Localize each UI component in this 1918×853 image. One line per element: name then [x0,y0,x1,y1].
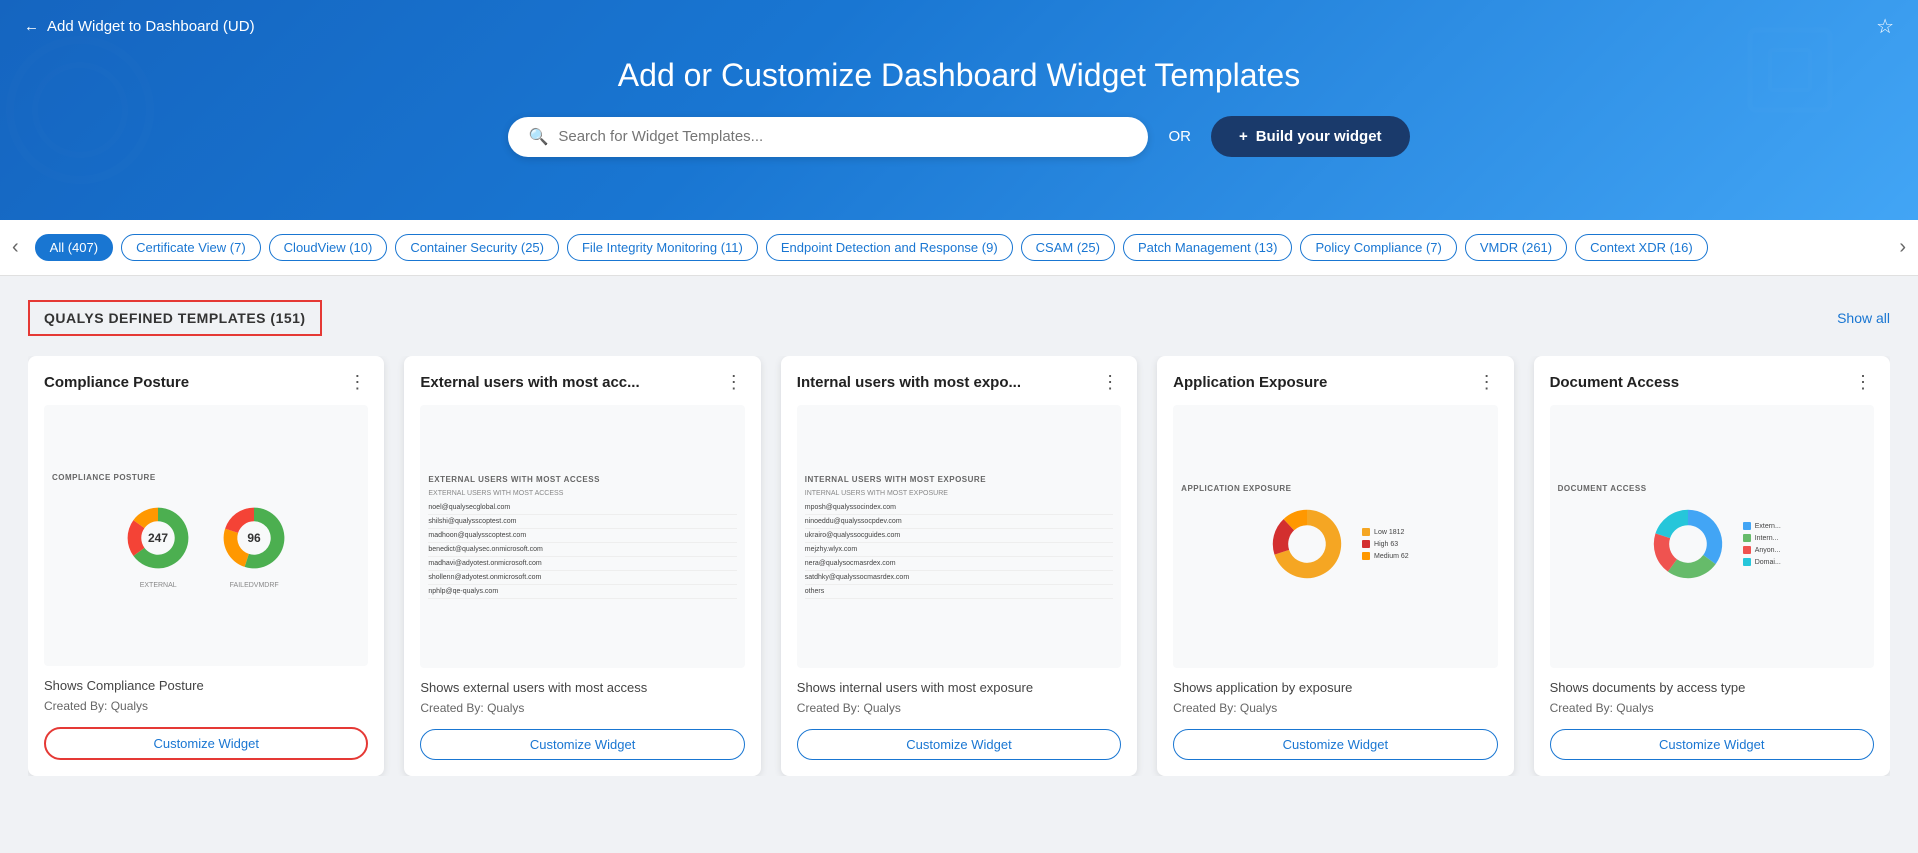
filter-tab-4[interactable]: File Integrity Monitoring (11) [567,234,758,261]
back-arrow-icon: ← [24,18,39,35]
customize-widget-button[interactable]: Customize Widget [797,729,1121,760]
card-preview: EXTERNAL USERS WITH MOST ACCESS EXTERNAL… [420,405,744,668]
search-input[interactable] [558,128,1128,145]
filter-tab-8[interactable]: Policy Compliance (7) [1300,234,1456,261]
customize-widget-button[interactable]: Customize Widget [420,729,744,760]
card-preview: APPLICATION EXPOSURE Low 1812High 63Medi… [1173,405,1497,668]
card-description: Shows application by exposure [1173,680,1497,695]
card-preview: COMPLIANCE POSTURE 247 EXTERNAL 96 FAILE… [44,405,368,666]
card-title: External users with most acc... [420,374,639,391]
widget-card-1: External users with most acc... ⋮ EXTERN… [404,356,760,776]
search-box: 🔍 [508,117,1148,157]
customize-widget-button[interactable]: Customize Widget [1550,729,1874,760]
card-preview: DOCUMENT ACCESS Extern...Intern...Anyon.… [1550,405,1874,668]
card-creator: Created By: Qualys [1173,701,1497,715]
card-menu-button[interactable]: ⋮ [725,372,745,393]
favorite-icon[interactable]: ☆ [1876,14,1894,39]
card-creator: Created By: Qualys [797,701,1121,715]
section-title: QUALYS DEFINED TEMPLATES (151) [28,300,322,336]
card-header: Compliance Posture ⋮ [44,372,368,393]
section-header: QUALYS DEFINED TEMPLATES (151) Show all [28,300,1890,336]
card-header: Application Exposure ⋮ [1173,372,1497,393]
page-title: Add or Customize Dashboard Widget Templa… [0,39,1918,116]
show-all-link[interactable]: Show all [1837,310,1890,326]
widget-card-3: Application Exposure ⋮ APPLICATION EXPOS… [1157,356,1513,776]
card-header: External users with most acc... ⋮ [420,372,744,393]
filter-next-button[interactable]: › [1887,236,1918,259]
card-menu-button[interactable]: ⋮ [1478,372,1498,393]
card-title: Compliance Posture [44,374,189,391]
card-creator: Created By: Qualys [420,701,744,715]
card-description: Shows external users with most access [420,680,744,695]
back-button-label: Add Widget to Dashboard (UD) [47,18,255,35]
plus-icon: + [1239,128,1248,145]
card-title: Document Access [1550,374,1680,391]
filter-tab-0[interactable]: All (407) [35,234,113,261]
card-title: Application Exposure [1173,374,1327,391]
card-menu-button[interactable]: ⋮ [1101,372,1121,393]
build-widget-button[interactable]: + Build your widget [1211,116,1410,157]
customize-widget-button[interactable]: Customize Widget [44,727,368,760]
search-icon: 🔍 [528,127,548,147]
card-title: Internal users with most expo... [797,374,1021,391]
customize-widget-button[interactable]: Customize Widget [1173,729,1497,760]
back-button[interactable]: ← Add Widget to Dashboard (UD) [24,18,255,35]
card-description: Shows internal users with most exposure [797,680,1121,695]
filter-tab-6[interactable]: CSAM (25) [1021,234,1115,261]
widget-card-2: Internal users with most expo... ⋮ INTER… [781,356,1137,776]
header-top-bar: ← Add Widget to Dashboard (UD) ☆ [0,0,1918,39]
filter-tab-9[interactable]: VMDR (261) [1465,234,1567,261]
card-preview: INTERNAL USERS WITH MOST EXPOSURE INTERN… [797,405,1121,668]
widget-card-4: Document Access ⋮ DOCUMENT ACCESS Extern… [1534,356,1890,776]
filter-tab-2[interactable]: CloudView (10) [269,234,388,261]
filter-tab-5[interactable]: Endpoint Detection and Response (9) [766,234,1013,261]
widget-card-0: Compliance Posture ⋮ COMPLIANCE POSTURE … [28,356,384,776]
card-menu-button[interactable]: ⋮ [1854,372,1874,393]
main-content: QUALYS DEFINED TEMPLATES (151) Show all … [0,276,1918,800]
card-creator: Created By: Qualys [44,699,368,713]
card-menu-button[interactable]: ⋮ [348,372,368,393]
filter-tabs-container: All (407) Certificate View (7) CloudView (… [31,234,1888,261]
filter-prev-button[interactable]: ‹ [0,236,31,259]
card-header: Internal users with most expo... ⋮ [797,372,1121,393]
card-description: Shows documents by access type [1550,680,1874,695]
filter-tab-1[interactable]: Certificate View (7) [121,234,261,261]
filter-bar: ‹ All (407) Certificate View (7) CloudView… [0,220,1918,276]
filter-tab-10[interactable]: Context XDR (16) [1575,234,1708,261]
cards-row: Compliance Posture ⋮ COMPLIANCE POSTURE … [28,356,1890,776]
card-description: Shows Compliance Posture [44,678,368,693]
header: ← Add Widget to Dashboard (UD) ☆ Add or … [0,0,1918,220]
filter-tab-7[interactable]: Patch Management (13) [1123,234,1292,261]
svg-text:96: 96 [248,531,262,545]
card-creator: Created By: Qualys [1550,701,1874,715]
or-divider: OR [1168,128,1191,145]
build-widget-label: Build your widget [1256,128,1382,145]
card-header: Document Access ⋮ [1550,372,1874,393]
cards-outer: Compliance Posture ⋮ COMPLIANCE POSTURE … [28,356,1890,776]
search-row: 🔍 OR + Build your widget [0,116,1918,185]
filter-tab-3[interactable]: Container Security (25) [395,234,559,261]
svg-text:247: 247 [148,531,168,545]
